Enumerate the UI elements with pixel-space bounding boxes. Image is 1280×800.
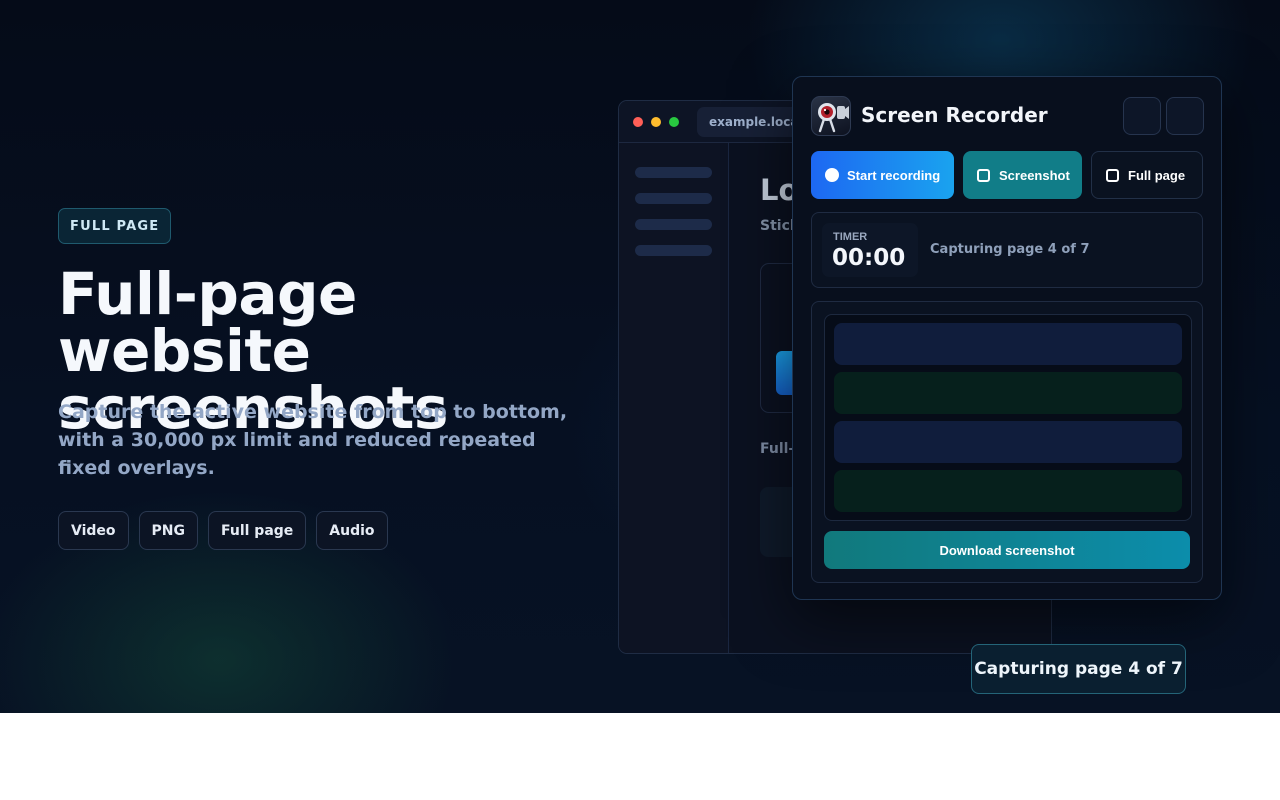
maximize-dot-icon bbox=[669, 116, 679, 127]
preview-strip bbox=[834, 372, 1182, 414]
preview-strip bbox=[834, 323, 1182, 365]
record-dot-icon bbox=[825, 168, 839, 182]
full-page-label: Full page bbox=[1128, 167, 1186, 183]
camera-lens-icon bbox=[811, 96, 851, 136]
feature-badge: FULL PAGE bbox=[58, 208, 172, 244]
mock-sidebar bbox=[619, 143, 729, 653]
checkbox-icon bbox=[977, 168, 990, 182]
mock-sidebar-line bbox=[635, 167, 712, 178]
preview-strip bbox=[834, 421, 1182, 463]
capture-status: Capturing page 4 of 7 bbox=[930, 242, 1090, 257]
timer-display: TIMER 00:00 bbox=[822, 223, 918, 277]
checkbox-icon bbox=[1106, 168, 1119, 182]
close-dot-icon bbox=[633, 116, 643, 127]
chip-full-page: Full page bbox=[208, 511, 307, 550]
preview-strip bbox=[834, 470, 1182, 512]
minimize-dot-icon bbox=[651, 116, 661, 127]
mock-sidebar-line bbox=[635, 245, 712, 256]
chip-video: Video bbox=[58, 511, 129, 550]
timer-value: 00:00 bbox=[832, 245, 906, 271]
capture-preview-card: Download screenshot bbox=[811, 301, 1203, 583]
screenshot-label: Screenshot bbox=[999, 167, 1070, 183]
start-recording-label: Start recording bbox=[847, 167, 941, 183]
capture-preview bbox=[824, 314, 1192, 521]
timer-label: TIMER bbox=[833, 231, 868, 243]
download-screenshot-button[interactable]: Download screenshot bbox=[824, 531, 1190, 569]
timer-card: TIMER 00:00 Capturing page 4 of 7 bbox=[811, 212, 1203, 288]
mock-sidebar-line bbox=[635, 193, 712, 204]
hero-section: FULL PAGE Full-page website screenshots … bbox=[0, 0, 1280, 713]
recorder-popup: Screen Recorder Start recording Screensh… bbox=[792, 76, 1222, 600]
feature-chips: Video PNG Full page Audio bbox=[58, 511, 388, 550]
start-recording-button[interactable]: Start recording bbox=[811, 151, 954, 199]
mock-sidebar-line bbox=[635, 219, 712, 230]
app-title: Screen Recorder bbox=[861, 103, 1048, 127]
chip-audio: Audio bbox=[316, 511, 388, 550]
screenshot-button[interactable]: Screenshot bbox=[963, 151, 1082, 199]
settings-button[interactable] bbox=[1123, 97, 1161, 135]
capture-progress-toast: Capturing page 4 of 7 bbox=[971, 644, 1186, 694]
full-page-button[interactable]: Full page bbox=[1091, 151, 1203, 199]
close-button[interactable] bbox=[1166, 97, 1204, 135]
hero-subtitle: Capture the active website from top to b… bbox=[58, 401, 568, 479]
chip-png: PNG bbox=[138, 511, 198, 550]
mock-footer-text: Full- bbox=[760, 441, 795, 457]
